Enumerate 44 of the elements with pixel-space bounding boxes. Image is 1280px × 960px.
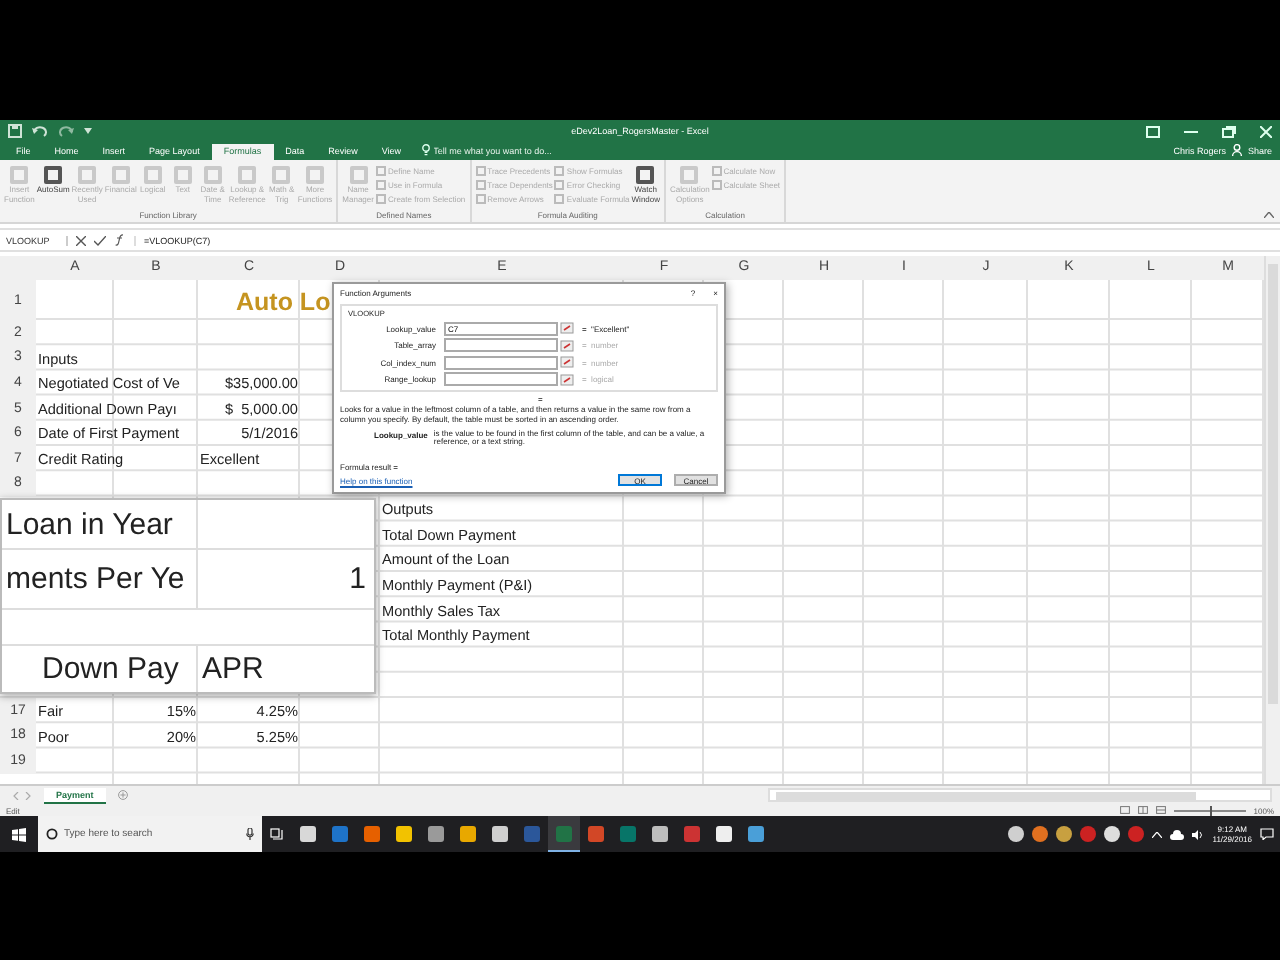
argument-field[interactable] xyxy=(444,338,558,352)
collapse-dialog-icon[interactable] xyxy=(560,339,574,351)
enter-check-icon[interactable] xyxy=(94,235,106,245)
function-icon[interactable] xyxy=(114,234,126,246)
customize-caret-icon[interactable] xyxy=(84,128,92,134)
cortana-icon xyxy=(46,828,58,840)
close-icon[interactable] xyxy=(1260,125,1272,137)
tray-icon[interactable] xyxy=(1032,826,1049,842)
microphone-icon[interactable] xyxy=(246,828,254,840)
save-icon[interactable] xyxy=(8,124,22,138)
collapse-ribbon-icon[interactable] xyxy=(1264,212,1274,218)
tray-icon[interactable] xyxy=(1104,826,1121,842)
maximize-icon[interactable] xyxy=(1222,125,1236,137)
page-break-view-icon[interactable] xyxy=(1155,806,1166,814)
collapse-dialog-icon[interactable] xyxy=(560,322,574,334)
table-cell-text: Auto Lo xyxy=(234,288,333,320)
magnified-cell-text: 1 xyxy=(347,562,368,596)
horizontal-scrollbar[interactable] xyxy=(768,788,1272,802)
argument-field[interactable] xyxy=(444,355,558,369)
argument-field[interactable] xyxy=(444,372,558,386)
normal-view-icon[interactable] xyxy=(1119,806,1130,814)
show-hidden-icon[interactable] xyxy=(1152,831,1163,837)
task-view-icon[interactable] xyxy=(270,828,284,840)
magnified-cell-text: Down Pay xyxy=(40,652,179,686)
tray-icon[interactable] xyxy=(1008,826,1025,842)
vertical-scrollbar[interactable] xyxy=(1264,256,1280,784)
tray-icon[interactable] xyxy=(1056,826,1073,842)
minimize-icon[interactable] xyxy=(1184,125,1198,137)
person-icon xyxy=(1231,144,1242,156)
undo-icon[interactable] xyxy=(32,125,48,137)
redo-icon[interactable] xyxy=(58,125,74,137)
collapse-dialog-icon[interactable] xyxy=(560,356,574,368)
lightbulb-icon xyxy=(421,144,430,156)
notification-icon[interactable] xyxy=(1260,828,1274,840)
cancel-icon[interactable] xyxy=(76,235,86,245)
ribbon-display-icon[interactable] xyxy=(1146,125,1160,137)
magnified-cell-text: APR xyxy=(200,652,264,686)
speaker-icon[interactable] xyxy=(1192,829,1205,839)
start-icon[interactable] xyxy=(12,827,26,841)
magnified-cell-text: ments Per Ye xyxy=(4,562,185,596)
magnified-cell-text: Loan in Year xyxy=(4,507,173,541)
page-layout-view-icon[interactable] xyxy=(1137,806,1148,814)
collapse-dialog-icon[interactable] xyxy=(560,373,574,385)
cloud-icon[interactable] xyxy=(1170,829,1185,839)
